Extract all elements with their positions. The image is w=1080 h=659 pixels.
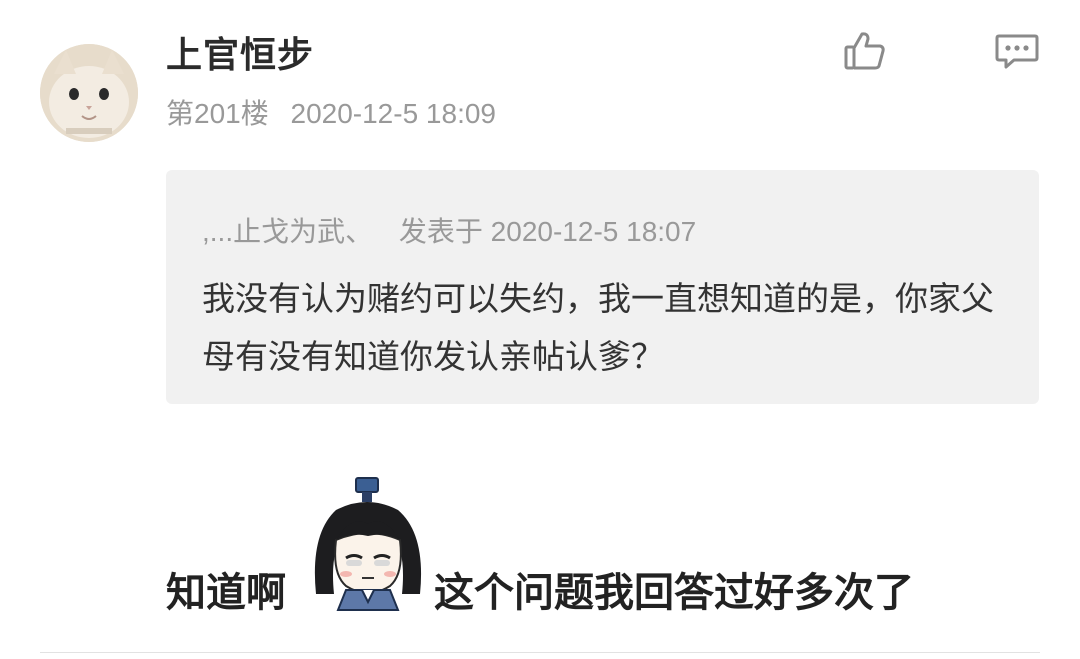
like-button[interactable]	[842, 30, 888, 72]
quote-author[interactable]: ,...止戈为武、	[202, 216, 373, 247]
post-timestamp: 2020-12-5 18:09	[290, 98, 497, 129]
anime-character-sticker-icon	[306, 474, 430, 612]
comment-button[interactable]	[994, 32, 1040, 70]
post-divider	[40, 652, 1040, 653]
thumbs-up-icon	[844, 32, 885, 70]
floor-number: 第201楼	[166, 98, 269, 129]
quote-text: 我没有认为赌约可以失约，我一直想知道的是，你家父母有没有知道你发认亲帖认爹？	[202, 280, 994, 375]
comment-icon	[995, 34, 1039, 69]
reply-text-before: 知道啊	[166, 571, 286, 615]
post-item: 上官恒步 第201楼 2020-12-5 18:09 ,...止戈为武、 发表于…	[0, 0, 1080, 659]
quote-meta: ,...止戈为武、 发表于 2020-12-5 18:07	[202, 210, 696, 250]
quote-posted-at: 发表于 2020-12-5 18:07	[398, 216, 697, 247]
quoted-post[interactable]: ,...止戈为武、 发表于 2020-12-5 18:07 我没有认为赌约可以失…	[166, 170, 1039, 404]
post-meta: 第201楼 2020-12-5 18:09	[166, 92, 496, 132]
reply-text-after: 这个问题我回答过好多次了	[434, 571, 914, 615]
cat-avatar-icon	[40, 44, 138, 142]
avatar[interactable]	[40, 44, 138, 142]
reply-content: 知道啊 这个问题我回答过好多次了	[166, 474, 1046, 615]
username[interactable]: 上官恒步	[166, 26, 314, 78]
